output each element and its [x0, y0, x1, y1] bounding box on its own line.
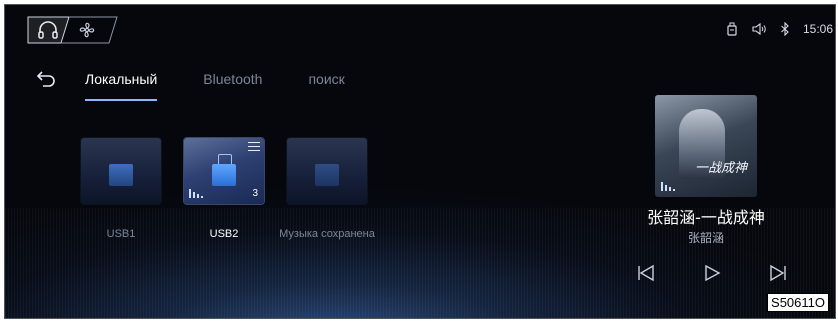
back-arrow-icon — [36, 71, 55, 87]
source-label: USB2 — [209, 228, 239, 240]
next-button[interactable] — [767, 262, 789, 284]
source-card-active: 3 — [184, 138, 264, 204]
album-art-text: 一战成神 — [695, 161, 748, 176]
bluetooth-icon — [781, 22, 789, 36]
clock: 15:06 — [802, 22, 833, 36]
playing-eq-icon — [661, 182, 675, 191]
playback-controls — [629, 262, 799, 284]
back-button[interactable] — [35, 69, 57, 91]
tab-search[interactable]: поиск — [308, 71, 344, 101]
figure-code: S50611O — [767, 293, 829, 312]
status-bar: 15:06 — [726, 17, 835, 41]
folder-icon — [315, 164, 339, 186]
infotainment-screen: 15:06 Локальный Bluetooth поиск USB1 3 U… — [4, 4, 836, 319]
artist-name: 张韶涵 — [687, 231, 724, 245]
tab-local[interactable]: Локальный — [85, 71, 158, 101]
music-icon — [38, 21, 58, 39]
previous-button[interactable] — [635, 262, 657, 284]
song-title: 张韶涵-一战成神 — [647, 208, 765, 227]
fan-icon — [79, 22, 95, 38]
usb-drive-icon — [727, 22, 737, 36]
source-tabs: Локальный Bluetooth поиск — [85, 71, 345, 101]
album-art[interactable]: 一战成神 — [655, 95, 757, 197]
mode-switcher — [25, 15, 121, 45]
source-card — [287, 138, 367, 204]
fan-mode-tab[interactable] — [61, 15, 113, 45]
menu-icon[interactable] — [248, 142, 260, 154]
track-count: 3 — [252, 188, 258, 199]
play-icon — [705, 264, 721, 282]
source-card — [81, 138, 161, 204]
play-button[interactable] — [701, 262, 723, 284]
tab-bluetooth[interactable]: Bluetooth — [203, 71, 262, 101]
volume-icon — [752, 22, 766, 36]
usb-drive-icon — [212, 164, 236, 186]
next-icon — [770, 264, 786, 282]
previous-icon — [638, 264, 654, 282]
source-label: Музыка сохранена — [279, 228, 375, 240]
usb-drive-icon — [109, 164, 133, 186]
source-label: USB1 — [106, 228, 136, 240]
playing-eq-icon — [189, 189, 203, 198]
